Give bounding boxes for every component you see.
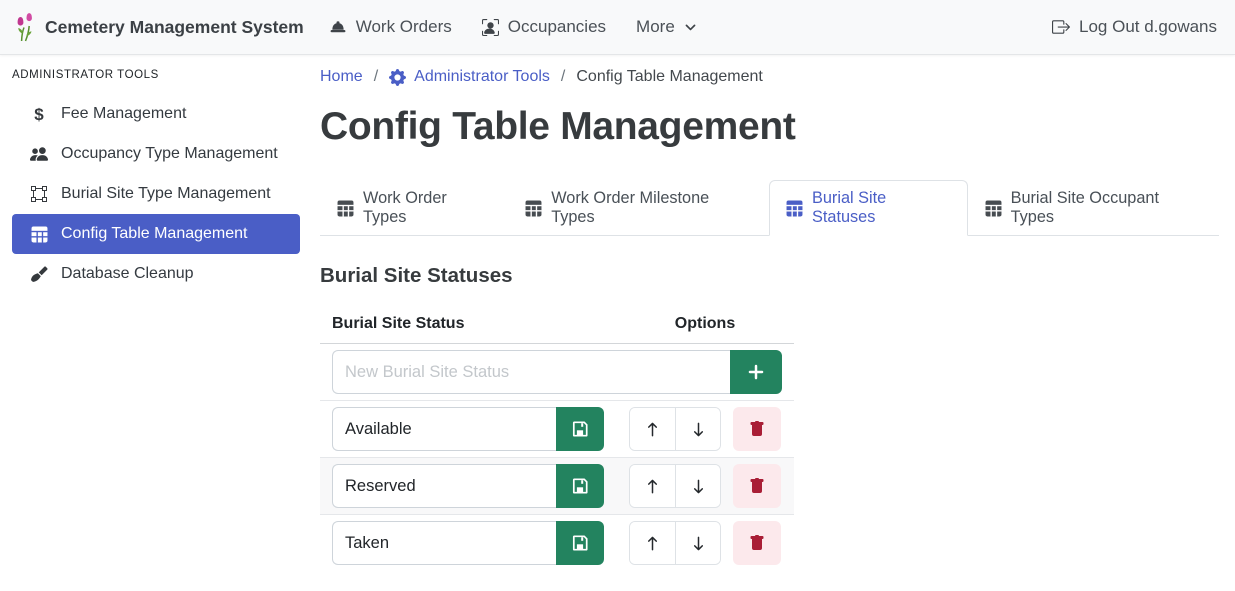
sidebar-item-label: Occupancy Type Management bbox=[61, 145, 278, 163]
sidebar-item-database-cleanup[interactable]: Database Cleanup bbox=[12, 254, 300, 294]
logout-label: Log Out d.gowans bbox=[1079, 17, 1217, 37]
new-status-input[interactable] bbox=[332, 350, 730, 394]
tab-label: Burial Site Statuses bbox=[812, 189, 951, 227]
move-up-button[interactable] bbox=[630, 522, 675, 564]
move-down-button[interactable] bbox=[675, 408, 720, 450]
tab-label: Burial Site Occupant Types bbox=[1011, 189, 1202, 227]
add-status-button[interactable] bbox=[730, 350, 782, 394]
tab-work-order-milestone-types[interactable]: Work Order Milestone Types bbox=[508, 180, 769, 236]
table-icon bbox=[985, 200, 1002, 217]
save-icon bbox=[572, 421, 588, 437]
move-up-button[interactable] bbox=[630, 465, 675, 507]
table-row bbox=[320, 515, 794, 572]
person-bounding-box-icon bbox=[482, 19, 499, 36]
nav-work-orders[interactable]: Work Orders bbox=[314, 9, 467, 45]
arrow-down-icon bbox=[691, 479, 706, 494]
save-button[interactable] bbox=[556, 521, 604, 565]
page-title: Config Table Management bbox=[320, 105, 1219, 149]
table-row bbox=[320, 458, 794, 515]
top-navbar: Cemetery Management System Work Orders O… bbox=[0, 0, 1235, 55]
delete-button[interactable] bbox=[733, 521, 781, 565]
table-icon bbox=[786, 200, 803, 217]
breadcrumb-separator: / bbox=[561, 68, 565, 86]
main-content: Home / Administrator Tools / Config Tabl… bbox=[312, 55, 1235, 591]
save-icon bbox=[572, 535, 588, 551]
sidebar-item-occupancy-type-management[interactable]: Occupancy Type Management bbox=[12, 134, 300, 174]
tab-label: Work Order Types bbox=[363, 189, 491, 227]
trash-icon bbox=[749, 421, 765, 437]
section-heading: Burial Site Statuses bbox=[320, 264, 1219, 288]
arrow-up-icon bbox=[645, 536, 660, 551]
nav-more-dropdown[interactable]: More bbox=[621, 9, 712, 45]
chevron-down-icon bbox=[684, 21, 697, 34]
status-input[interactable] bbox=[332, 521, 556, 565]
brand-label: Cemetery Management System bbox=[45, 17, 304, 38]
table-row bbox=[320, 401, 794, 458]
sidebar-item-label: Burial Site Type Management bbox=[61, 185, 271, 203]
logout-link[interactable]: Log Out d.gowans bbox=[1037, 9, 1219, 45]
currency-dollar-icon: $ bbox=[30, 106, 48, 123]
nav-occupancies-label: Occupancies bbox=[508, 17, 606, 37]
nav-more-label: More bbox=[636, 17, 675, 37]
trash-icon bbox=[749, 478, 765, 494]
column-header-burial-site-status: Burial Site Status bbox=[320, 307, 616, 344]
sidebar-item-label: Config Table Management bbox=[61, 225, 248, 243]
tab-work-order-types[interactable]: Work Order Types bbox=[320, 180, 508, 236]
nav-work-orders-label: Work Orders bbox=[356, 17, 452, 37]
sidebar-item-fee-management[interactable]: $ Fee Management bbox=[12, 94, 300, 134]
arrow-down-icon bbox=[691, 422, 706, 437]
breadcrumb: Home / Administrator Tools / Config Tabl… bbox=[320, 64, 1219, 90]
tab-bar: Work Order Types Work Order Milestone Ty… bbox=[320, 180, 1219, 236]
trash-icon bbox=[749, 535, 765, 551]
bounding-box-icon bbox=[30, 186, 48, 202]
arrow-up-icon bbox=[645, 422, 660, 437]
save-button[interactable] bbox=[556, 464, 604, 508]
table-icon bbox=[525, 200, 542, 217]
reorder-button-group bbox=[629, 464, 721, 508]
burial-site-status-table: Burial Site Status Options bbox=[320, 307, 794, 571]
column-header-options: Options bbox=[616, 307, 794, 344]
breadcrumb-admin-tools-link[interactable]: Administrator Tools bbox=[389, 68, 550, 86]
logout-icon bbox=[1052, 18, 1070, 36]
breadcrumb-admin-tools-label: Administrator Tools bbox=[414, 68, 550, 86]
tab-label: Work Order Milestone Types bbox=[551, 189, 752, 227]
status-input[interactable] bbox=[332, 464, 556, 508]
sidebar-item-label: Fee Management bbox=[61, 105, 186, 123]
hard-hat-icon bbox=[329, 18, 347, 36]
nav-occupancies[interactable]: Occupancies bbox=[467, 9, 621, 45]
status-input[interactable] bbox=[332, 407, 556, 451]
arrow-down-icon bbox=[691, 536, 706, 551]
sidebar-item-burial-site-type-management[interactable]: Burial Site Type Management bbox=[12, 174, 300, 214]
broom-icon bbox=[30, 266, 48, 283]
sidebar-item-label: Database Cleanup bbox=[61, 265, 194, 283]
gear-icon bbox=[389, 69, 406, 86]
move-up-button[interactable] bbox=[630, 408, 675, 450]
breadcrumb-home-link[interactable]: Home bbox=[320, 68, 363, 86]
breadcrumb-separator: / bbox=[374, 68, 378, 86]
move-down-button[interactable] bbox=[675, 522, 720, 564]
plus-icon bbox=[747, 363, 765, 381]
save-button[interactable] bbox=[556, 407, 604, 451]
reorder-button-group bbox=[629, 521, 721, 565]
arrow-up-icon bbox=[645, 479, 660, 494]
brand[interactable]: Cemetery Management System bbox=[14, 12, 304, 42]
new-status-row bbox=[320, 344, 794, 401]
people-icon bbox=[30, 145, 48, 163]
sidebar-heading: Administrator Tools bbox=[0, 63, 312, 94]
reorder-button-group bbox=[629, 407, 721, 451]
tab-burial-site-statuses[interactable]: Burial Site Statuses bbox=[769, 180, 968, 236]
table-icon bbox=[337, 200, 354, 217]
delete-button[interactable] bbox=[733, 407, 781, 451]
flower-logo-icon bbox=[14, 12, 35, 42]
table-icon bbox=[30, 226, 48, 243]
tab-burial-site-occupant-types[interactable]: Burial Site Occupant Types bbox=[968, 180, 1219, 236]
sidebar-item-config-table-management[interactable]: Config Table Management bbox=[12, 214, 300, 254]
save-icon bbox=[572, 478, 588, 494]
delete-button[interactable] bbox=[733, 464, 781, 508]
move-down-button[interactable] bbox=[675, 465, 720, 507]
table-header-row: Burial Site Status Options bbox=[320, 307, 794, 344]
sidebar: Administrator Tools $ Fee Management Occ… bbox=[0, 55, 312, 591]
breadcrumb-current: Config Table Management bbox=[576, 68, 763, 86]
breadcrumb-home-label: Home bbox=[320, 68, 363, 86]
